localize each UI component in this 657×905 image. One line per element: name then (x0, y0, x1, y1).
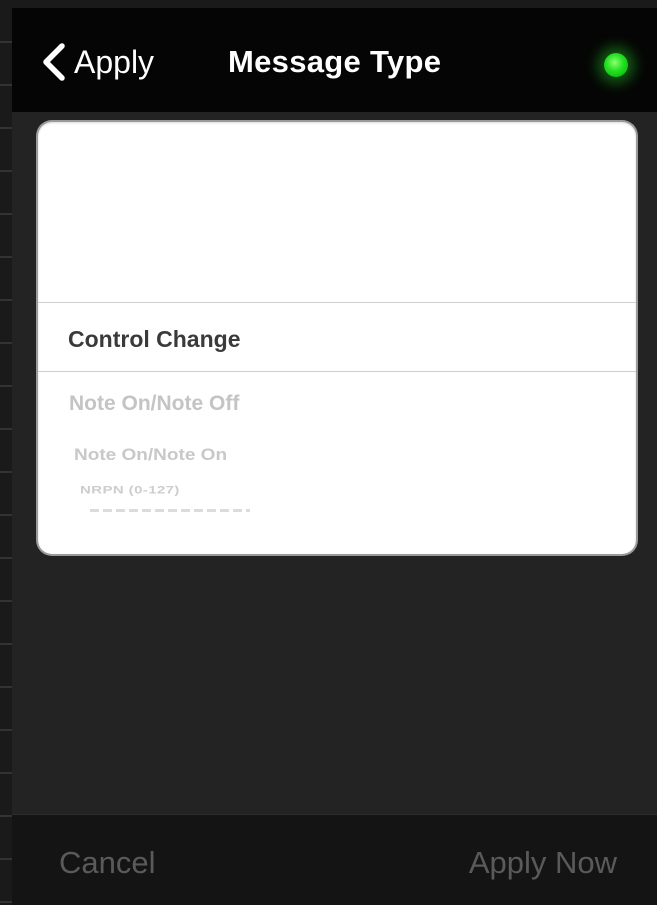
picker-option-selected[interactable]: Control Change (68, 326, 241, 353)
picker-option[interactable]: NRPN (0-127) (80, 484, 180, 496)
nav-bar: Apply Message Type (12, 0, 657, 112)
chevron-left-icon (40, 42, 66, 82)
back-button-label: Apply (74, 43, 155, 80)
apply-now-button[interactable]: Apply Now (469, 845, 617, 881)
picker-option-faded (90, 509, 250, 512)
message-type-picker[interactable]: Control Change Note On/Note Off Note On/… (38, 122, 636, 554)
picker-option[interactable]: Note On/Note On (74, 446, 227, 465)
page-title: Message Type (228, 44, 442, 79)
cancel-button[interactable]: Cancel (59, 845, 156, 881)
bottom-toolbar: Cancel Apply Now (12, 814, 657, 905)
left-rail (0, 0, 12, 905)
status-led-icon (604, 53, 628, 77)
picker-option[interactable]: Note On/Note Off (69, 392, 239, 416)
back-button[interactable]: Apply (40, 40, 154, 84)
screen: Apply Message Type Control Change Note O… (0, 0, 657, 905)
